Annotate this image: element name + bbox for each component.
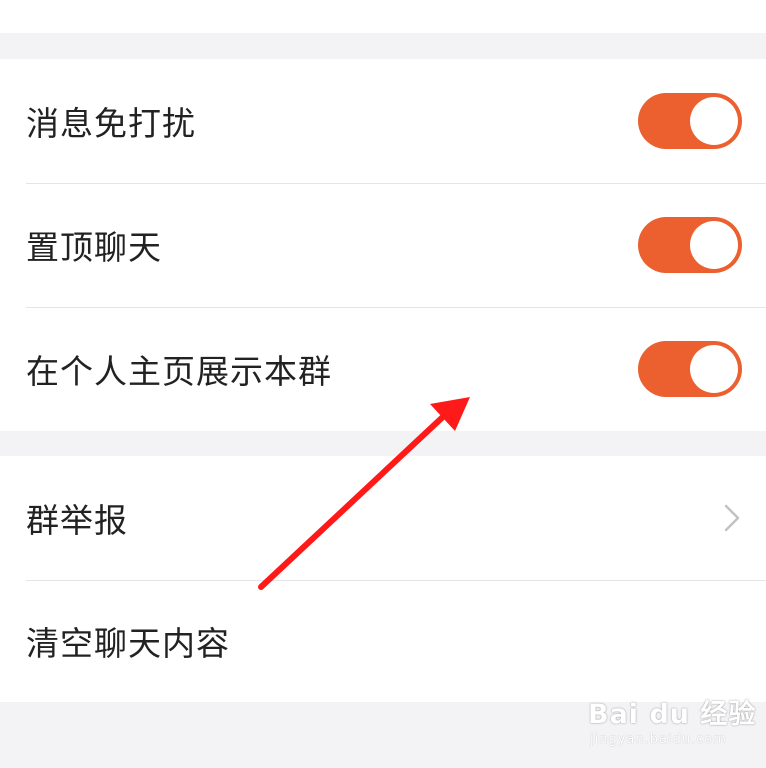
- setting-label-show-on-profile: 在个人主页展示本群: [26, 352, 332, 391]
- action-row-clear-history[interactable]: 清空聊天内容: [0, 580, 766, 702]
- settings-group: 消息免打扰 置顶聊天 在个人主页展示本群: [0, 59, 766, 431]
- action-row-report[interactable]: 群举报: [0, 456, 766, 580]
- pin-chat-toggle[interactable]: [638, 217, 742, 273]
- setting-label-pin: 置顶聊天: [26, 228, 162, 267]
- baidu-jingyan-watermark: Bai du 经验 jingyan.baidu.com: [588, 692, 755, 758]
- setting-row-pin[interactable]: 置顶聊天: [0, 183, 766, 307]
- toggle-knob: [690, 221, 738, 269]
- toggle-knob: [690, 345, 738, 393]
- mute-toggle[interactable]: [638, 93, 742, 149]
- top-panel: [0, 0, 766, 33]
- toggle-knob: [690, 97, 738, 145]
- setting-row-mute[interactable]: 消息免打扰: [0, 59, 766, 183]
- setting-label-mute: 消息免打扰: [26, 104, 196, 143]
- action-label-report: 群举报: [26, 501, 128, 540]
- action-label-clear-history: 清空聊天内容: [26, 624, 230, 663]
- actions-group: 群举报 清空聊天内容: [0, 456, 766, 702]
- watermark-main: Bai du 经验: [588, 699, 757, 730]
- watermark-sub: jingyan.baidu.com: [590, 732, 727, 747]
- show-on-profile-toggle[interactable]: [638, 341, 742, 397]
- setting-row-show-on-profile[interactable]: 在个人主页展示本群: [0, 307, 766, 431]
- chevron-right-icon: [724, 504, 740, 532]
